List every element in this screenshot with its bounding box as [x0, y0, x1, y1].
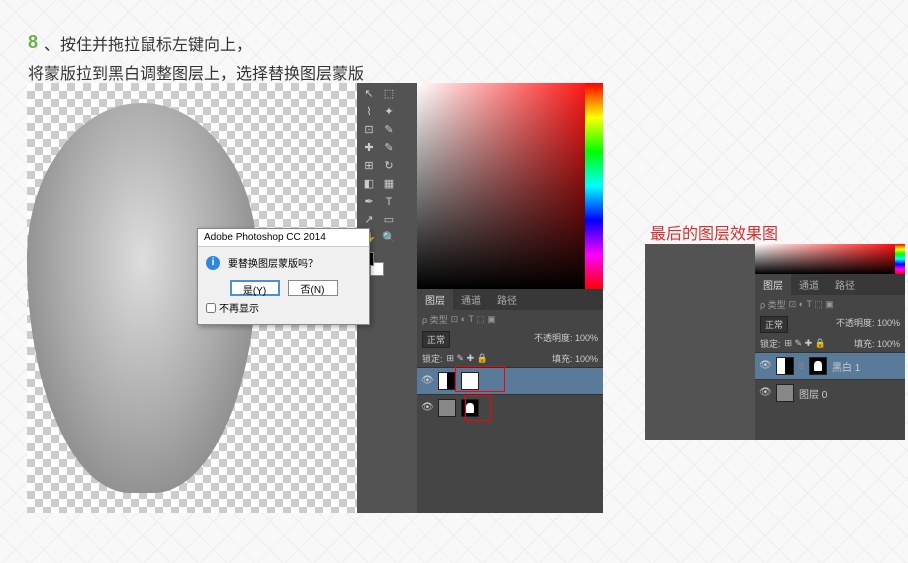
- layers-panel: 图层 通道 路径 ρ 类型 ⊡ ◐ T ⬚ ▣ 正常 不透明度: 100% 锁定…: [417, 289, 603, 513]
- info-icon: i: [206, 256, 220, 270]
- path-tool-icon[interactable]: ↗: [360, 212, 378, 228]
- gradient-tool-icon[interactable]: ▦: [380, 176, 398, 192]
- main-screenshot: Adobe Photoshop CC 2014 i 要替换图层蒙版吗？ 是(Y)…: [27, 83, 603, 513]
- blend-mode-select[interactable]: 正常: [422, 331, 450, 348]
- move-tool-icon[interactable]: ↖: [360, 86, 378, 102]
- result-sidebar: [645, 244, 755, 440]
- brush-tool-icon[interactable]: ✎: [380, 140, 398, 156]
- result-label: 最后的图层效果图: [650, 220, 778, 244]
- canvas-area[interactable]: Adobe Photoshop CC 2014 i 要替换图层蒙版吗？ 是(Y)…: [27, 83, 357, 513]
- eraser-tool-icon[interactable]: ◧: [360, 176, 378, 192]
- step-number: 8: [28, 32, 38, 53]
- layer-name-bg: 图层 0: [799, 386, 827, 401]
- dont-show-checkbox[interactable]: 不再显示: [198, 300, 369, 315]
- photoshop-panels: ↖⬚ ⌇✦ ⊡✎ ✚✎ ⊞↻ ◧▦ ✒T ↗▭ ✋🔍 图层 通道: [357, 83, 603, 513]
- replace-mask-dialog: Adobe Photoshop CC 2014 i 要替换图层蒙版吗？ 是(Y)…: [197, 228, 370, 325]
- color-picker-panel[interactable]: [417, 83, 603, 289]
- result-layer-bw[interactable]: 👁 8 黑白 1: [755, 352, 905, 379]
- history-brush-icon[interactable]: ↻: [380, 158, 398, 174]
- opacity-value[interactable]: 100%: [575, 333, 598, 343]
- layer-background[interactable]: 👁: [417, 394, 603, 421]
- wand-tool-icon[interactable]: ✦: [380, 104, 398, 120]
- heal-tool-icon[interactable]: ✚: [360, 140, 378, 156]
- visibility-icon[interactable]: 👁: [759, 387, 771, 399]
- highlight-box-2: [465, 395, 491, 421]
- layer-thumb[interactable]: [438, 399, 456, 417]
- opacity-label: 不透明度:: [534, 333, 573, 343]
- crop-tool-icon[interactable]: ⊡: [360, 122, 378, 138]
- tab-channels[interactable]: 通道: [791, 274, 827, 295]
- lasso-tool-icon[interactable]: ⌇: [360, 104, 378, 120]
- eyedropper-tool-icon[interactable]: ✎: [380, 122, 398, 138]
- result-screenshot: 图层 通道 路径 ρ 类型 ⊡ ◐ T ⬚ ▣ 正常 不透明度: 100% 锁定…: [645, 244, 905, 440]
- layer-filter-row: ρ 类型 ⊡ ◐ T ⬚ ▣: [417, 310, 603, 329]
- result-layer-bg[interactable]: 👁 图层 0: [755, 379, 905, 406]
- adjustment-thumb[interactable]: [438, 372, 456, 390]
- type-tool-icon[interactable]: T: [380, 194, 398, 210]
- visibility-icon[interactable]: 👁: [759, 360, 771, 372]
- fill-value[interactable]: 100%: [575, 354, 598, 364]
- yes-button[interactable]: 是(Y): [230, 280, 280, 296]
- dialog-title: Adobe Photoshop CC 2014: [198, 229, 369, 247]
- hue-slider[interactable]: [585, 83, 603, 289]
- highlight-box-1: [455, 366, 505, 392]
- dont-show-label: 不再显示: [219, 300, 259, 315]
- blend-mode-select[interactable]: 正常: [760, 316, 788, 333]
- tab-layers[interactable]: 图层: [417, 289, 453, 310]
- no-button[interactable]: 否(N): [288, 280, 338, 296]
- zoom-tool-icon[interactable]: 🔍: [380, 230, 398, 246]
- dialog-message: 要替换图层蒙版吗？: [228, 255, 318, 270]
- fill-label: 填充:: [552, 354, 573, 364]
- tab-channels[interactable]: 通道: [453, 289, 489, 310]
- pen-tool-icon[interactable]: ✒: [360, 194, 378, 210]
- tab-layers[interactable]: 图层: [755, 274, 791, 295]
- tab-paths[interactable]: 路径: [489, 289, 525, 310]
- visibility-icon[interactable]: 👁: [421, 375, 433, 387]
- dont-show-input[interactable]: [206, 303, 216, 313]
- stamp-tool-icon[interactable]: ⊞: [360, 158, 378, 174]
- instruction-line2: 将蒙版拉到黑白调整图层上，选择替换图层蒙版: [28, 60, 364, 84]
- layer-black-white[interactable]: 👁: [417, 367, 603, 394]
- layer-thumb[interactable]: [776, 384, 794, 402]
- marquee-tool-icon[interactable]: ⬚: [380, 86, 398, 102]
- instruction-line1: 、按住并拖拉鼠标左键向上，: [44, 32, 252, 61]
- layer-name-bw: 黑白 1: [832, 359, 860, 374]
- visibility-icon[interactable]: 👁: [421, 402, 433, 414]
- result-color-picker: [755, 244, 905, 274]
- lock-label: 锁定:: [422, 352, 443, 365]
- layer-mask[interactable]: [809, 357, 827, 375]
- tab-paths[interactable]: 路径: [827, 274, 863, 295]
- adjustment-thumb[interactable]: [776, 357, 794, 375]
- shape-tool-icon[interactable]: ▭: [380, 212, 398, 228]
